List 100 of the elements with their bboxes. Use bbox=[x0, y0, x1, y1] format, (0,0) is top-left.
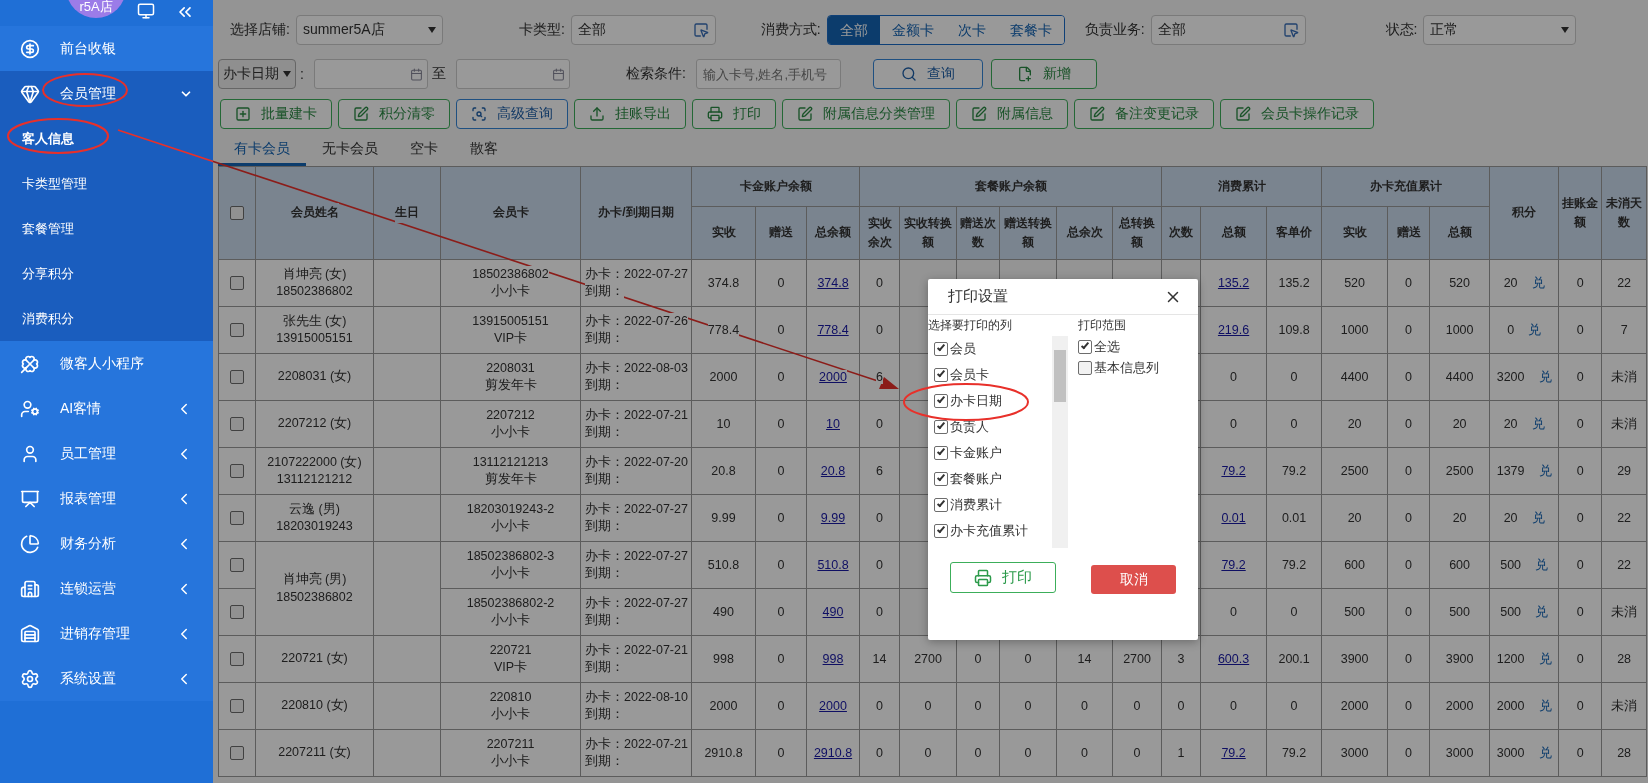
mode-option[interactable]: 次卡 bbox=[945, 16, 998, 44]
checkbox[interactable] bbox=[1078, 339, 1092, 354]
search-field[interactable]: 输入卡号,姓名,手机号 bbox=[695, 59, 841, 89]
column-option[interactable]: 卡金账户 bbox=[934, 442, 1052, 463]
action-button[interactable]: 附属信息 bbox=[956, 99, 1068, 129]
redeem-link[interactable]: 兑 bbox=[1531, 416, 1545, 431]
staff-picker[interactable]: 全部 bbox=[1150, 15, 1306, 45]
amount-link[interactable]: 79.2 bbox=[1221, 464, 1246, 478]
action-button[interactable]: 批量建卡 bbox=[220, 99, 332, 129]
nav-item[interactable]: 会员管理 bbox=[0, 71, 213, 116]
action-button[interactable]: 挂账导出 bbox=[574, 99, 686, 129]
amount-link[interactable]: 79.2 bbox=[1221, 558, 1246, 572]
checkbox[interactable] bbox=[230, 558, 244, 573]
nav-item[interactable]: 报表管理 bbox=[0, 476, 213, 521]
nav-subitem[interactable]: 客人信息 bbox=[0, 116, 213, 161]
action-button[interactable]: 附属信息分类管理 bbox=[782, 99, 950, 129]
amount-link[interactable]: 79.2 bbox=[1221, 746, 1246, 760]
checkbox[interactable] bbox=[934, 341, 948, 356]
date-field[interactable] bbox=[313, 59, 428, 89]
checkbox[interactable] bbox=[934, 393, 948, 408]
nav-item[interactable]: 前台收银 bbox=[0, 26, 213, 71]
action-button[interactable]: 打印 bbox=[692, 99, 776, 129]
checkbox[interactable] bbox=[230, 699, 244, 714]
checkbox[interactable] bbox=[230, 417, 244, 432]
checkbox[interactable] bbox=[934, 367, 948, 382]
redeem-link[interactable]: 兑 bbox=[1531, 510, 1545, 525]
checkbox[interactable] bbox=[230, 511, 244, 526]
amount-link[interactable]: 374.8 bbox=[817, 276, 849, 290]
query-button[interactable]: 查询 bbox=[872, 59, 983, 89]
checkbox[interactable] bbox=[934, 445, 948, 460]
amount-link[interactable]: 20.8 bbox=[820, 464, 846, 478]
amount-link[interactable]: 490 bbox=[822, 605, 844, 619]
nav-item[interactable]: 系统设置 bbox=[0, 656, 213, 701]
amount-link[interactable]: 2910.8 bbox=[813, 746, 853, 760]
action-button[interactable]: 高级查询 bbox=[456, 99, 568, 129]
column-option[interactable]: 会员 bbox=[934, 338, 1052, 359]
checkbox[interactable] bbox=[1078, 360, 1092, 375]
mode-option[interactable]: 全部 bbox=[827, 16, 880, 44]
nav-item[interactable]: 进销存管理 bbox=[0, 611, 213, 656]
action-button[interactable]: 积分清零 bbox=[338, 99, 450, 129]
amount-link[interactable]: 219.6 bbox=[1217, 323, 1250, 337]
date-type-select[interactable]: 办卡日期 bbox=[218, 59, 296, 89]
amount-link[interactable]: 0.01 bbox=[1221, 511, 1246, 525]
cancel-button[interactable]: 取消 bbox=[1091, 565, 1176, 594]
tab[interactable]: 空卡 bbox=[394, 134, 454, 166]
monitor-icon[interactable] bbox=[137, 2, 155, 20]
nav-item[interactable]: AI客情 bbox=[0, 386, 213, 431]
checkbox[interactable] bbox=[230, 464, 244, 479]
card-type-picker[interactable]: 全部 bbox=[570, 15, 716, 45]
amount-link[interactable]: 10 bbox=[826, 417, 840, 431]
store-select[interactable]: summer5A店 bbox=[295, 15, 443, 45]
checkbox[interactable] bbox=[934, 471, 948, 486]
column-option[interactable]: 消费累计 bbox=[934, 494, 1052, 515]
status-select[interactable]: 正常 bbox=[1423, 15, 1577, 45]
amount-link[interactable]: 778.4 bbox=[817, 323, 849, 337]
nav-subitem[interactable]: 分享积分 bbox=[0, 251, 213, 296]
range-option[interactable]: 基本信息列 bbox=[1078, 357, 1159, 378]
tab[interactable]: 无卡会员 bbox=[306, 134, 394, 166]
nav-item[interactable]: 微客人小程序 bbox=[0, 341, 213, 386]
action-button[interactable]: 备注变更记录 bbox=[1074, 99, 1214, 129]
nav-subitem[interactable]: 消费积分 bbox=[0, 296, 213, 341]
amount-link[interactable]: 998 bbox=[822, 652, 844, 666]
checkbox[interactable] bbox=[230, 652, 244, 667]
print-button[interactable]: 打印 bbox=[950, 562, 1056, 593]
checkbox[interactable] bbox=[934, 497, 948, 512]
action-button[interactable]: 会员卡操作记录 bbox=[1220, 99, 1374, 129]
amount-link[interactable]: 135.2 bbox=[1217, 276, 1250, 290]
checkbox[interactable] bbox=[230, 370, 244, 385]
range-option[interactable]: 全选 bbox=[1078, 336, 1159, 357]
checkbox[interactable] bbox=[230, 323, 244, 338]
checkbox[interactable] bbox=[230, 746, 244, 761]
add-button[interactable]: 新增 bbox=[990, 59, 1097, 89]
redeem-link[interactable]: 兑 bbox=[1538, 369, 1552, 384]
checkbox[interactable] bbox=[934, 523, 948, 538]
amount-link[interactable]: 2000 bbox=[819, 699, 847, 713]
nav-item[interactable]: 财务分析 bbox=[0, 521, 213, 566]
redeem-link[interactable]: 兑 bbox=[1538, 745, 1552, 760]
mode-option[interactable]: 套餐卡 bbox=[997, 16, 1064, 44]
nav-item[interactable]: 连锁运营 bbox=[0, 566, 213, 611]
redeem-link[interactable]: 兑 bbox=[1538, 463, 1552, 478]
nav-subitem[interactable]: 卡类型管理 bbox=[0, 161, 213, 206]
nav-item[interactable]: 员工管理 bbox=[0, 431, 213, 476]
checkbox[interactable] bbox=[934, 419, 948, 434]
date-field[interactable] bbox=[455, 59, 570, 89]
column-option[interactable]: 办卡充值累计 bbox=[934, 520, 1052, 541]
amount-link[interactable]: 510.8 bbox=[817, 558, 849, 572]
amount-link[interactable]: 2000 bbox=[819, 370, 847, 384]
mode-option[interactable]: 金额卡 bbox=[879, 16, 946, 44]
checkbox[interactable] bbox=[230, 605, 244, 620]
redeem-link[interactable]: 兑 bbox=[1535, 604, 1549, 619]
column-option[interactable]: 办卡日期 bbox=[934, 390, 1052, 411]
checkbox[interactable] bbox=[230, 276, 244, 291]
amount-link[interactable]: 9.99 bbox=[820, 511, 846, 525]
redeem-link[interactable]: 兑 bbox=[1531, 275, 1545, 290]
scrollbar[interactable] bbox=[1052, 336, 1068, 548]
column-option[interactable]: 负责人 bbox=[934, 416, 1052, 437]
column-option[interactable]: 套餐账户 bbox=[934, 468, 1052, 489]
column-option[interactable]: 会员卡 bbox=[934, 364, 1052, 385]
select-all-checkbox[interactable] bbox=[230, 206, 244, 221]
redeem-link[interactable]: 兑 bbox=[1535, 557, 1549, 572]
